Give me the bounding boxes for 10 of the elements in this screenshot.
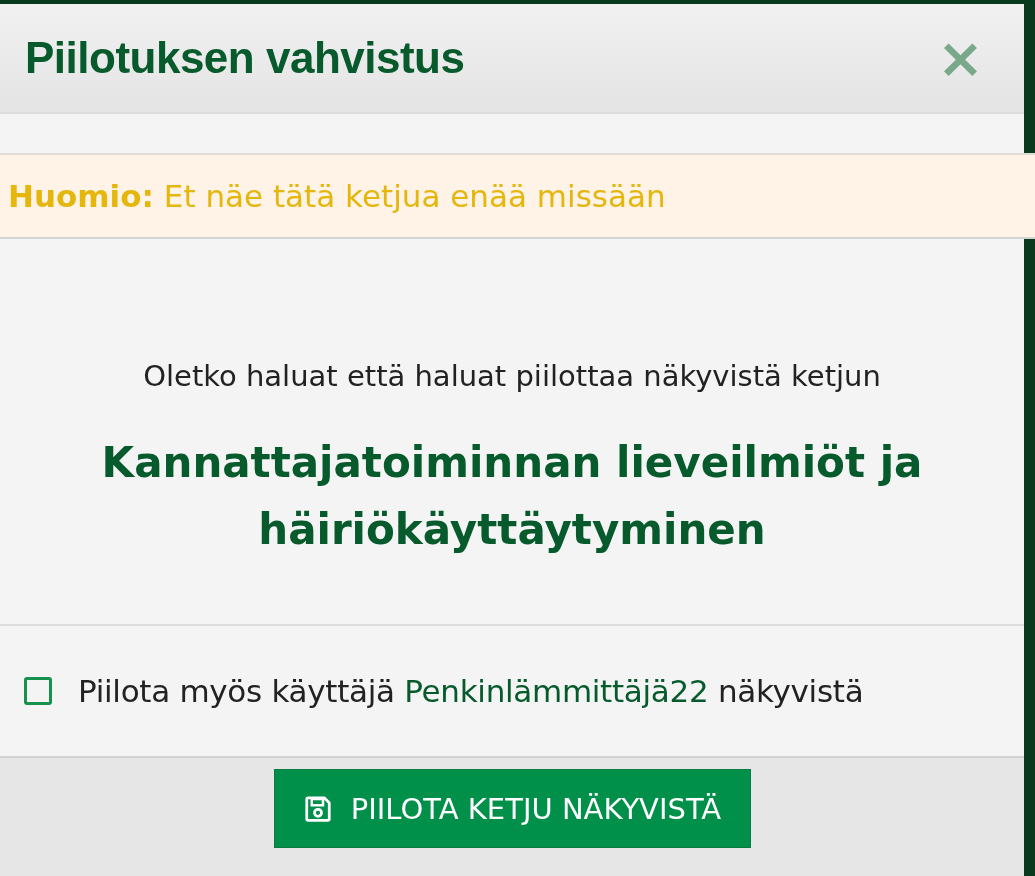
thread-title: Kannattajatoiminnan lieveilmiöt ja häiriökäyttäytyminen [100,437,924,557]
question-text: Oletko haluat että haluat piilottaa näkyvistä ketjun [143,359,881,393]
hide-thread-button[interactable]: PIILOTA KETJU NÄKYVISTÄ [273,769,751,848]
close-button[interactable]: × [937,30,984,86]
checkbox-label: Piilota myös käyttäjä Penkinlämmittäjä22 näkyvistä [78,673,864,709]
save-icon [302,793,333,824]
dialog-title: Piilotuksen vahvistus [25,33,465,83]
username-link[interactable]: Penkinlämmittäjä22 [404,673,709,709]
warning-text: Huomio: Et näe tätä ketjua enää missään [8,178,666,214]
checkbox[interactable] [24,677,52,705]
